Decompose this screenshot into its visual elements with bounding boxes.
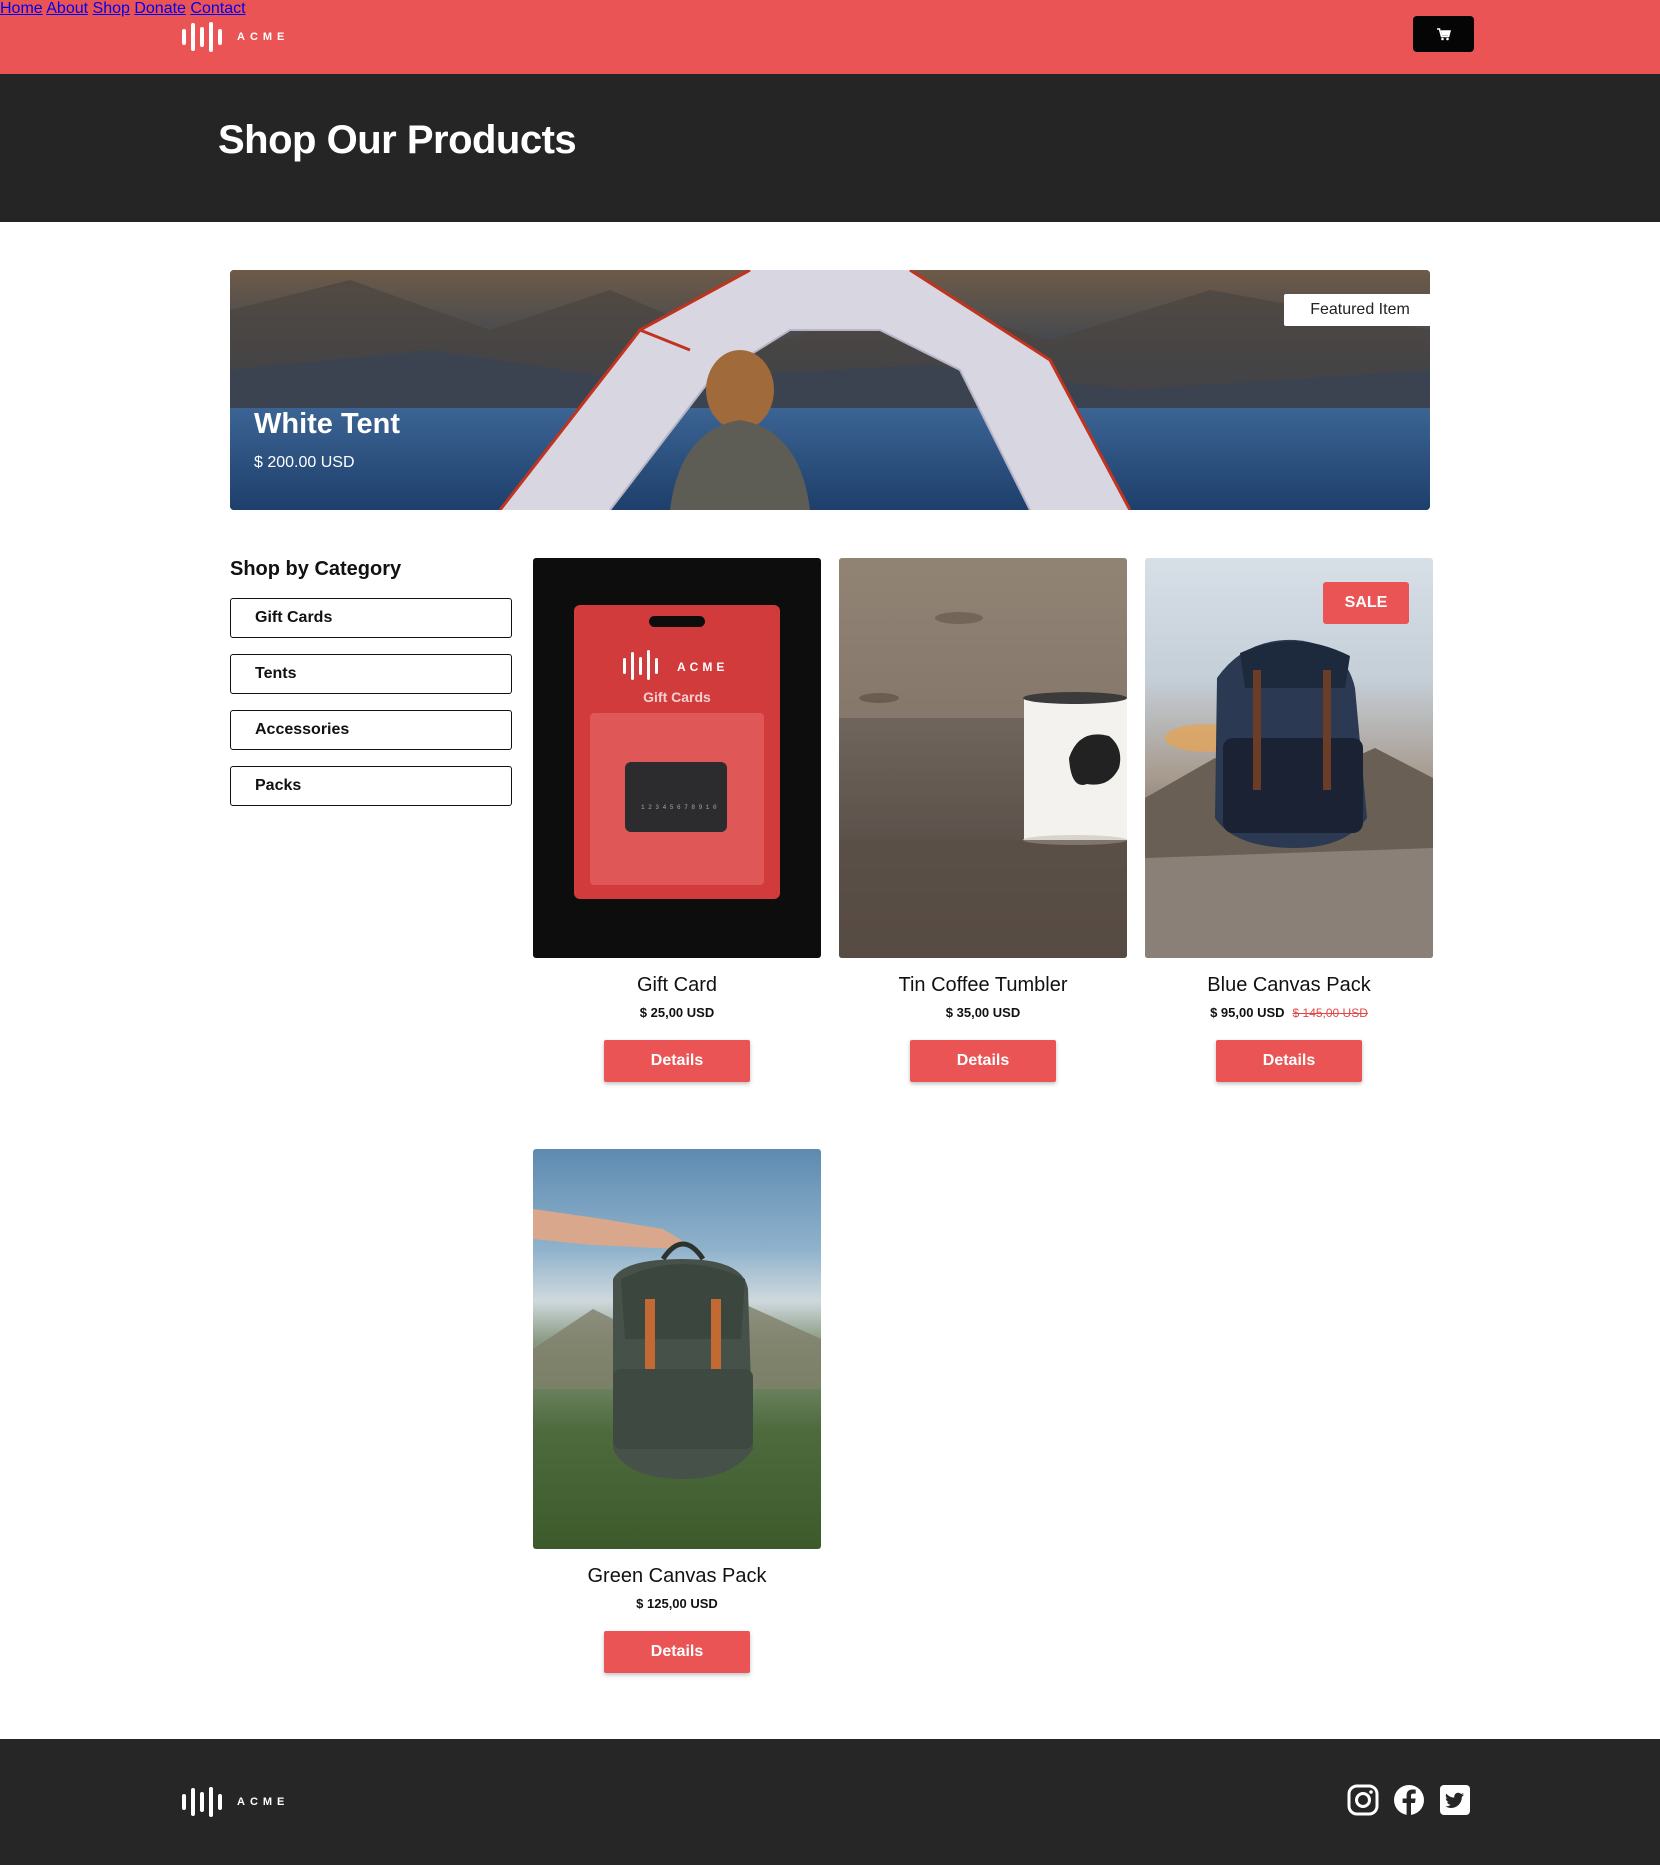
product-name: Gift Card [636,974,718,996]
nav-link-about[interactable]: About [46,0,88,17]
footer-acme-logo[interactable]: ACME [182,1787,289,1817]
product-name: Blue Canvas Pack [1207,974,1371,996]
category-button-tents[interactable]: Tents [230,654,512,694]
green-backpack-image [533,1209,821,1479]
product-price-row: $ 125,00 USD [533,1596,821,1611]
featured-item-banner[interactable]: Featured Item White Tent $ 200.00 USD [230,270,1430,510]
product-image-blue-canvas-pack[interactable]: SALE [1145,558,1433,958]
product-card-blue-canvas-pack: SALE Blue Canvas Pack $ 95,00 USD $ 145,0… [1145,558,1433,1082]
product-image-green-canvas-pack[interactable] [533,1149,821,1549]
category-button-packs[interactable]: Packs [230,766,512,806]
product-price-row: $ 25,00 USD [533,1005,821,1020]
gift-card-label: Gift Cards [643,689,711,705]
logo-bars-icon [182,22,222,52]
twitter-icon[interactable] [1438,1783,1472,1817]
details-button[interactable]: Details [910,1040,1056,1082]
product-old-price: $ 145,00 USD [1292,1006,1368,1020]
category-heading: Shop by Category [230,558,402,580]
acme-logo[interactable]: ACME [182,22,289,52]
product-price: $ 95,00 USD [1210,1005,1285,1020]
gift-card-number: 1 2 3 4 5 6 7 8 9 1 0 [641,804,717,811]
product-card-tin-coffee-tumbler: Tin Coffee Tumbler $ 35,00 USD Details [839,558,1127,1082]
details-button[interactable]: Details [1216,1040,1362,1082]
featured-item-price: $ 200.00 USD [254,454,355,471]
gift-card-brand: ACME [677,660,728,674]
top-navigation-bar: ACME Home About Shop Donate Contact [0,0,1660,74]
page-title: Shop Our Products [218,118,577,162]
product-price-row: $ 95,00 USD $ 145,00 USD [1145,1005,1433,1020]
product-price: $ 35,00 USD [945,1005,1021,1020]
product-name: Green Canvas Pack [587,1565,767,1587]
product-card-gift-card: ACME Gift Cards 1 2 3 4 5 6 7 8 9 1 0 Gi… [533,558,821,1082]
cart-button[interactable] [1413,16,1474,52]
category-button-accessories[interactable]: Accessories [230,710,512,750]
facebook-icon[interactable] [1392,1783,1426,1817]
nav-link-shop[interactable]: Shop [93,0,130,17]
footer: ACME [0,1739,1660,1865]
featured-item-badge: Featured Item [1284,294,1430,326]
tumbler-image [839,558,1127,958]
featured-item-title: White Tent [254,408,401,440]
product-card-green-canvas-pack: Green Canvas Pack $ 125,00 USD Details [533,1149,821,1673]
nav-link-home[interactable]: Home [0,0,43,17]
nav-link-contact[interactable]: Contact [190,0,245,17]
details-button[interactable]: Details [604,1040,750,1082]
details-button[interactable]: Details [604,1631,750,1673]
page-header: Shop Our Products [0,74,1660,222]
product-image-tin-coffee-tumbler[interactable] [839,558,1127,958]
logo-bars-icon [182,1787,222,1817]
product-price: $ 25,00 USD [639,1005,715,1020]
instagram-icon[interactable] [1346,1783,1380,1817]
logo-wordmark: ACME [237,1796,290,1808]
gift-card-package-image: ACME Gift Cards 1 2 3 4 5 6 7 8 9 1 0 [574,605,780,899]
category-button-gift-cards[interactable]: Gift Cards [230,598,512,638]
sale-badge: SALE [1323,582,1409,624]
logo-wordmark: ACME [237,31,290,43]
product-name: Tin Coffee Tumbler [898,974,1068,996]
nav-link-donate[interactable]: Donate [134,0,186,17]
product-price: $ 125,00 USD [636,1596,718,1611]
shopping-cart-icon [1436,27,1451,40]
product-image-gift-card[interactable]: ACME Gift Cards 1 2 3 4 5 6 7 8 9 1 0 [533,558,821,958]
product-price-row: $ 35,00 USD [839,1005,1127,1020]
featured-tent-image [230,270,1430,510]
